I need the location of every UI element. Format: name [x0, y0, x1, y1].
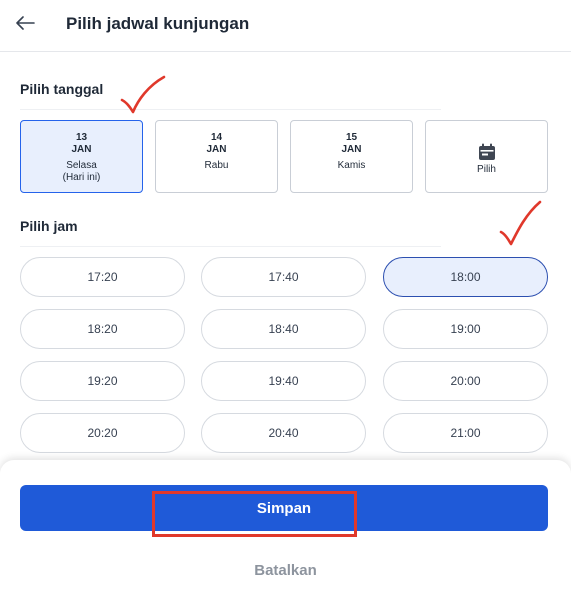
- bottom-action-sheet: Simpan Batalkan: [0, 460, 571, 615]
- date-day-number: 14: [210, 132, 223, 143]
- time-slot-1920[interactable]: 19:20: [20, 361, 185, 401]
- time-slot-2020[interactable]: 20:20: [20, 413, 185, 453]
- date-month: JAN: [71, 144, 92, 155]
- time-slot-1840[interactable]: 18:40: [201, 309, 366, 349]
- time-section-divider: [20, 246, 441, 247]
- time-slot-2040[interactable]: 20:40: [201, 413, 366, 453]
- date-section-title: Pilih tanggal: [20, 81, 104, 97]
- time-slot-1940[interactable]: 19:40: [201, 361, 366, 401]
- date-option-15-jan[interactable]: 15 JAN Kamis: [290, 120, 413, 193]
- app-header: Pilih jadwal kunjungan: [0, 0, 571, 52]
- date-today-note: (Hari ini): [62, 172, 101, 183]
- checkmark-annotation-icon: [120, 75, 166, 114]
- time-slot-2100[interactable]: 21:00: [383, 413, 548, 453]
- date-day-number: 13: [75, 132, 88, 143]
- date-weekday: Selasa: [66, 160, 97, 171]
- calendar-icon: [479, 143, 495, 160]
- time-slot-1740[interactable]: 17:40: [201, 257, 366, 297]
- time-slot-1820[interactable]: 18:20: [20, 309, 185, 349]
- checkmark-annotation-icon: [499, 200, 542, 246]
- date-weekday: Kamis: [337, 160, 366, 171]
- page-title: Pilih jadwal kunjungan: [66, 14, 250, 33]
- date-option-14-jan[interactable]: 14 JAN Rabu: [155, 120, 278, 193]
- date-weekday: Rabu: [204, 160, 229, 171]
- date-month: JAN: [206, 144, 227, 155]
- time-slot-1800[interactable]: 18:00: [383, 257, 548, 297]
- time-slot-1900[interactable]: 19:00: [383, 309, 548, 349]
- back-button[interactable]: [12, 10, 38, 36]
- date-section-divider: [20, 109, 441, 110]
- time-slot-2000[interactable]: 20:00: [383, 361, 548, 401]
- date-month: JAN: [341, 144, 362, 155]
- date-day-number: 15: [345, 132, 358, 143]
- cancel-button[interactable]: Batalkan: [0, 562, 571, 579]
- date-picker-button[interactable]: Pilih: [425, 120, 548, 193]
- time-section-title: Pilih jam: [20, 218, 78, 234]
- date-picker-label: Pilih: [477, 164, 496, 175]
- save-button-highlight-annotation: [152, 491, 357, 537]
- arrow-left-icon: [16, 16, 35, 30]
- time-slot-1720[interactable]: 17:20: [20, 257, 185, 297]
- date-option-13-jan[interactable]: 13 JAN Selasa (Hari ini): [20, 120, 143, 193]
